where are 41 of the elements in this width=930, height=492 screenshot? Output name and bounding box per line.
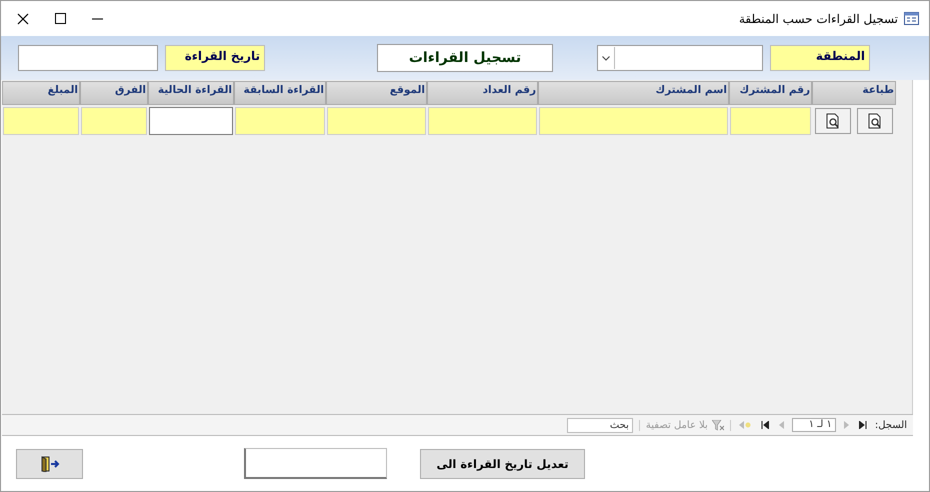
- input-field[interactable]: [244, 448, 387, 479]
- maximize-icon[interactable]: [55, 13, 66, 24]
- record-position-field[interactable]: ١ لـ ١: [792, 418, 836, 432]
- triangle-icon: [844, 421, 849, 429]
- print-preview-button[interactable]: [815, 108, 851, 134]
- window-title: تسجيل القراءات حسب المنطقة: [738, 12, 898, 26]
- change-date-button[interactable]: تعديل تاريخ القراءة الى: [420, 448, 585, 478]
- input-field[interactable]: [149, 107, 233, 135]
- form-icon: [904, 12, 919, 25]
- triangle-star-icon: [738, 421, 751, 429]
- column-header: القراءة الحالية: [148, 81, 234, 105]
- date-label: تاريخ القراءة: [165, 45, 265, 71]
- column-header: اسم المشترك: [538, 81, 729, 105]
- search-field[interactable]: بحث: [566, 418, 633, 432]
- column-header: رقم العداد: [427, 81, 538, 105]
- first-record-button[interactable]: [856, 421, 869, 429]
- funnel-icon: [712, 420, 724, 430]
- column-header: طباعة: [812, 81, 896, 105]
- date-field[interactable]: [18, 45, 158, 71]
- chevron-down-icon: [602, 56, 610, 60]
- minimize-icon[interactable]: [92, 18, 103, 20]
- print-preview-button[interactable]: [857, 108, 893, 134]
- triangle-icon: [778, 421, 784, 429]
- exit-button[interactable]: [16, 448, 83, 478]
- close-icon[interactable]: [17, 12, 29, 24]
- door-arrow-icon: [40, 456, 60, 472]
- first-record-icon: [858, 421, 867, 429]
- column-header: الفرق: [80, 81, 148, 105]
- page-magnifier-icon: [867, 113, 883, 129]
- table-cell: [81, 107, 147, 135]
- column-header: رقم المشترك: [729, 81, 812, 105]
- last-record-button[interactable]: [758, 421, 771, 429]
- region-dropdown[interactable]: [597, 45, 763, 71]
- column-header: القراءة السابقة: [234, 81, 326, 105]
- page-magnifier-icon: [825, 113, 841, 129]
- column-header: الموقع: [326, 81, 427, 105]
- form-title: تسجيل القراءات: [377, 44, 553, 72]
- last-record-icon: [760, 421, 769, 429]
- record-label: السجل:: [874, 420, 907, 430]
- region-label: المنطقة: [770, 45, 870, 71]
- column-header: المبلغ: [2, 81, 80, 105]
